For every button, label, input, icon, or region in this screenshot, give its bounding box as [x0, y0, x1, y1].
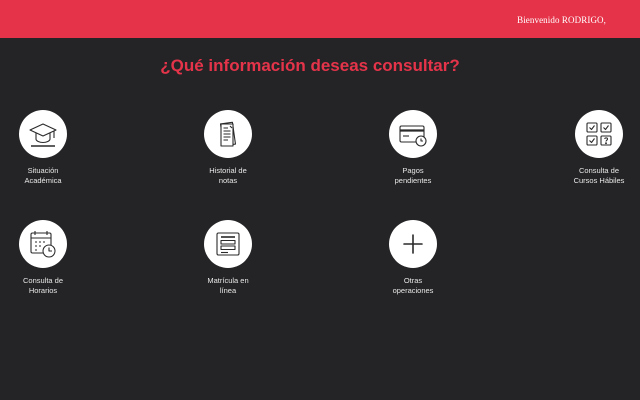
option-label-line1: Consulta de [22, 276, 64, 285]
option-label-line2: línea [219, 286, 237, 295]
option-label-line1: Situación [27, 166, 59, 175]
card-payment-icon [389, 110, 437, 158]
top-bar: Bienvenido RODRIGO, [0, 0, 640, 38]
option-consulta-horarios[interactable]: Consulta de Horarios [3, 220, 83, 296]
option-historial-de-notas[interactable]: Historial de notas [188, 110, 268, 186]
option-label-line2: Horarios [28, 286, 58, 295]
option-label-line1: Consulta de [578, 166, 620, 175]
option-label-line2: Cursos Hábiles [573, 176, 625, 185]
option-label-line2: Académica [24, 176, 62, 185]
option-otras-operaciones[interactable]: Otras operaciones [373, 220, 453, 296]
checklist-grid-icon [575, 110, 623, 158]
graduation-cap-icon [19, 110, 67, 158]
option-label-line2: pendientes [394, 176, 432, 185]
option-matricula-en-linea[interactable]: Matrícula en línea [188, 220, 268, 296]
option-label-line1: Pagos [402, 166, 424, 175]
page-heading: ¿Qué información deseas consultar? [160, 56, 460, 75]
plus-icon [389, 220, 437, 268]
option-label-line2: notas [218, 176, 238, 185]
document-notes-icon [204, 110, 252, 158]
option-pagos-pendientes[interactable]: Pagos pendientes [373, 110, 453, 186]
enrollment-form-icon [204, 220, 252, 268]
option-situacion-academica[interactable]: Situación Académica [3, 110, 83, 186]
calendar-clock-icon [19, 220, 67, 268]
option-consulta-cursos-habiles[interactable]: Consulta de Cursos Hábiles [559, 110, 639, 186]
welcome-message: Bienvenido RODRIGO, [517, 15, 606, 25]
option-label-line1: Otras [403, 276, 423, 285]
option-label-line1: Matrícula en [207, 276, 249, 285]
option-label-line1: Historial de [209, 166, 247, 175]
option-label-line2: operaciones [392, 286, 434, 295]
